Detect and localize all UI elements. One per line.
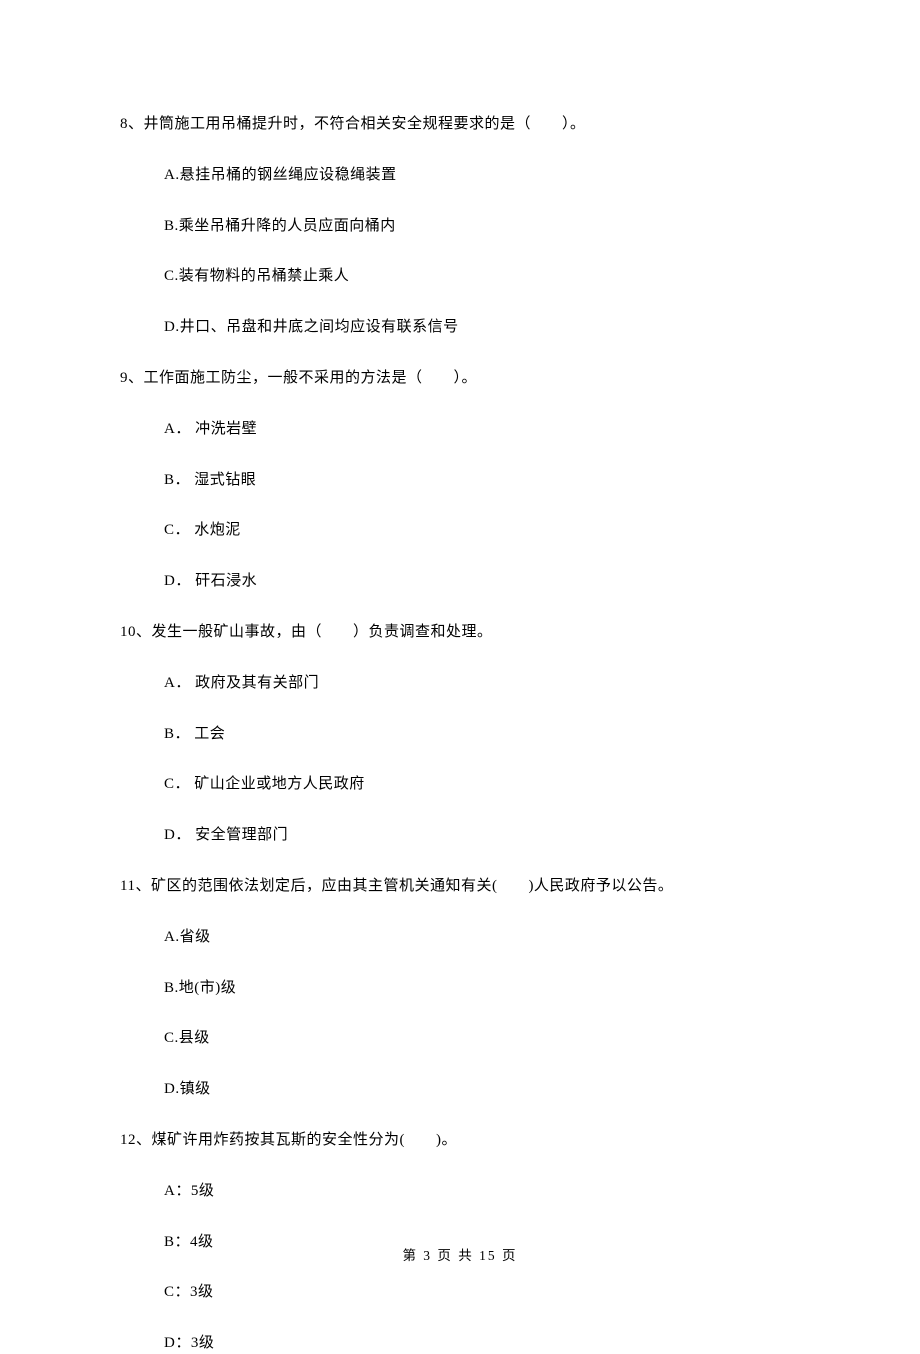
page-content: 8、井筒施工用吊桶提升时，不符合相关安全规程要求的是（ ）。 A.悬挂吊桶的钢丝… — [0, 0, 920, 1354]
question-8: 8、井筒施工用吊桶提升时，不符合相关安全规程要求的是（ ）。 A.悬挂吊桶的钢丝… — [120, 112, 800, 338]
options-group: A.悬挂吊桶的钢丝绳应设稳绳装置 B.乘坐吊桶升降的人员应面向桶内 C.装有物料… — [120, 164, 800, 338]
option-d: D.镇级 — [164, 1078, 800, 1101]
question-stem: 12、煤矿许用炸药按其瓦斯的安全性分为( )。 — [120, 1128, 800, 1152]
option-d: D． 矸石浸水 — [164, 570, 800, 593]
option-a: A.悬挂吊桶的钢丝绳应设稳绳装置 — [164, 164, 800, 187]
option-c: C：3级 — [164, 1281, 800, 1304]
option-d: D． 安全管理部门 — [164, 824, 800, 847]
option-c: C.装有物料的吊桶禁止乘人 — [164, 265, 800, 288]
option-c: C． 矿山企业或地方人民政府 — [164, 773, 800, 796]
question-11: 11、矿区的范围依法划定后，应由其主管机关通知有关( )人民政府予以公告。 A.… — [120, 874, 800, 1100]
question-12: 12、煤矿许用炸药按其瓦斯的安全性分为( )。 A：5级 B：4级 C：3级 D… — [120, 1128, 800, 1354]
question-stem: 8、井筒施工用吊桶提升时，不符合相关安全规程要求的是（ ）。 — [120, 112, 800, 136]
options-group: A：5级 B：4级 C：3级 D：3级 — [120, 1180, 800, 1354]
question-stem: 10、发生一般矿山事故，由（ ）负责调查和处理。 — [120, 620, 800, 644]
options-group: A.省级 B.地(市)级 C.县级 D.镇级 — [120, 926, 800, 1100]
option-a: A.省级 — [164, 926, 800, 949]
option-a: A：5级 — [164, 1180, 800, 1203]
option-d: D.井口、吊盘和井底之间均应设有联系信号 — [164, 316, 800, 339]
option-b: B． 湿式钻眼 — [164, 469, 800, 492]
option-c: C.县级 — [164, 1027, 800, 1050]
option-a: A． 冲洗岩壁 — [164, 418, 800, 441]
option-d: D：3级 — [164, 1332, 800, 1354]
option-b: B． 工会 — [164, 723, 800, 746]
option-a: A． 政府及其有关部门 — [164, 672, 800, 695]
question-9: 9、工作面施工防尘，一般不采用的方法是（ ）。 A． 冲洗岩壁 B． 湿式钻眼 … — [120, 366, 800, 592]
question-stem: 9、工作面施工防尘，一般不采用的方法是（ ）。 — [120, 366, 800, 390]
page-footer: 第 3 页 共 15 页 — [0, 1244, 920, 1264]
question-stem: 11、矿区的范围依法划定后，应由其主管机关通知有关( )人民政府予以公告。 — [120, 874, 800, 898]
option-c: C． 水炮泥 — [164, 519, 800, 542]
options-group: A． 政府及其有关部门 B． 工会 C． 矿山企业或地方人民政府 D． 安全管理… — [120, 672, 800, 846]
question-10: 10、发生一般矿山事故，由（ ）负责调查和处理。 A． 政府及其有关部门 B． … — [120, 620, 800, 846]
options-group: A． 冲洗岩壁 B． 湿式钻眼 C． 水炮泥 D． 矸石浸水 — [120, 418, 800, 592]
option-b: B.地(市)级 — [164, 977, 800, 1000]
option-b: B.乘坐吊桶升降的人员应面向桶内 — [164, 215, 800, 238]
